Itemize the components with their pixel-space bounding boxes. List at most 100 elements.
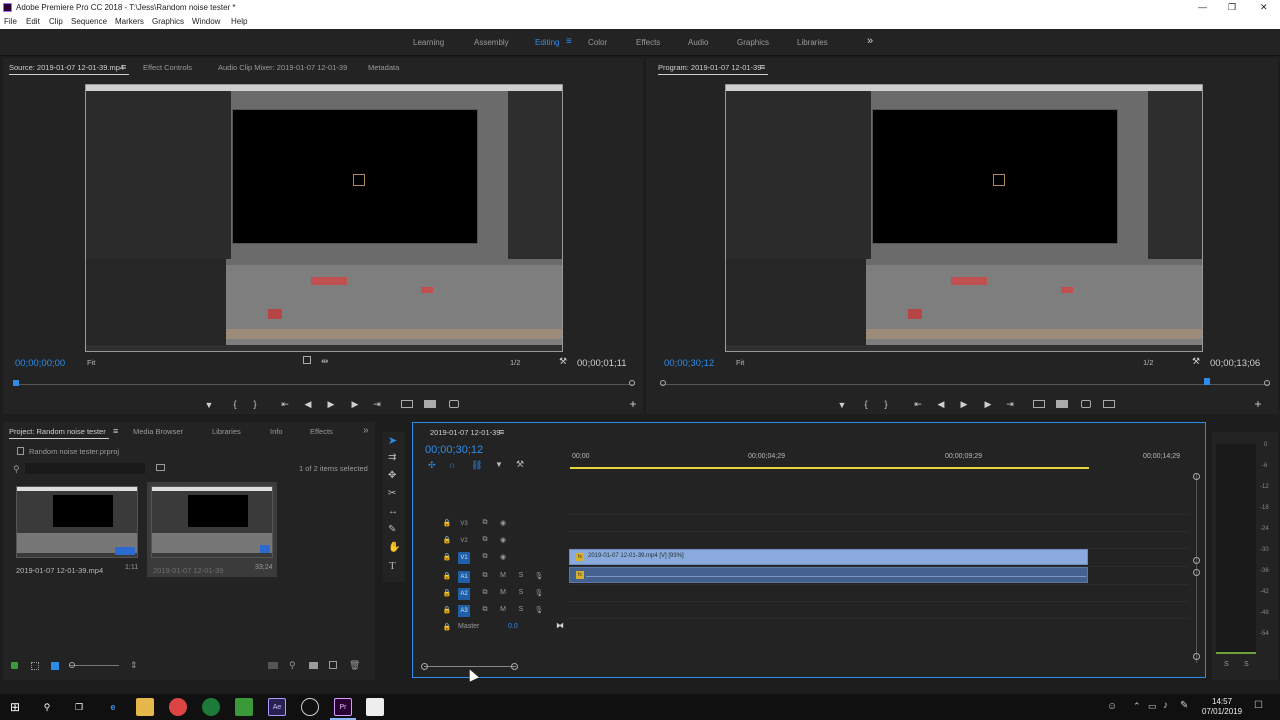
source-camera-icon[interactable] — [449, 400, 459, 408]
icon-view-icon[interactable] — [51, 662, 59, 670]
tray-chevron-icon[interactable]: ⌃ — [1133, 701, 1141, 712]
source-go-to-out-button[interactable]: ⇥ — [371, 399, 383, 410]
program-settings-wrench-icon[interactable]: ⚒ — [1192, 356, 1200, 367]
a2-target[interactable]: A2 — [458, 588, 470, 600]
source-scrubber[interactable] — [13, 380, 635, 388]
a1-target[interactable]: A1 — [458, 571, 470, 583]
workspace-assembly[interactable]: Assembly — [474, 38, 509, 47]
task-view-icon[interactable]: ❐ — [70, 698, 88, 716]
people-icon[interactable]: ☺ — [1107, 701, 1117, 712]
tab-metadata[interactable]: Metadata — [368, 63, 399, 72]
program-compare-view-icon[interactable] — [1103, 400, 1115, 408]
project-item-sequence-selected[interactable]: 2019-01-07 12-01-39 33;24 — [147, 482, 277, 577]
tab-project[interactable]: Project: Random noise tester — [9, 427, 106, 436]
nest-toggle-icon[interactable]: ✣ — [428, 460, 436, 471]
list-view-icon[interactable] — [31, 662, 39, 670]
search-icon[interactable]: ⚲ — [38, 698, 56, 716]
workspace-color[interactable]: Color — [588, 38, 607, 47]
master-volume-value[interactable]: 0.0 — [508, 623, 518, 630]
linked-selection-icon[interactable]: ⛓ — [471, 460, 482, 471]
find-icon[interactable]: ⚲ — [289, 660, 296, 671]
selection-tool-icon[interactable]: ➤ — [388, 434, 397, 447]
project-item-clip[interactable] — [16, 486, 138, 558]
source-tab-menu-icon[interactable]: ≡ — [121, 62, 126, 72]
workspace-editing[interactable]: Editing — [535, 38, 559, 47]
horizontal-scroll-handle-right-icon[interactable] — [511, 663, 518, 670]
menu-clip[interactable]: Clip — [49, 17, 63, 26]
v3-eye-icon[interactable]: ◉ — [498, 519, 508, 527]
menu-sequence[interactable]: Sequence — [71, 17, 107, 26]
v2-sync-lock-icon[interactable]: ⧉ — [480, 536, 490, 544]
spotify-icon[interactable] — [235, 698, 253, 716]
source-play-button[interactable]: ▶ — [325, 399, 337, 410]
chrome-icon[interactable] — [169, 698, 187, 716]
menu-markers[interactable]: Markers — [115, 17, 144, 26]
hand-tool-icon[interactable]: ✋ — [388, 542, 400, 553]
program-resolution-select[interactable]: 1/2 — [1143, 358, 1153, 367]
horizontal-scroll-handle-left-icon[interactable] — [421, 663, 428, 670]
vertical-scroll-handle-mid-icon[interactable] — [1193, 557, 1200, 564]
a1-sync-lock-icon[interactable]: ⧉ — [480, 572, 490, 580]
source-add-marker-button[interactable]: ▼ — [203, 400, 215, 410]
windows-start-icon[interactable]: ⊞ — [6, 698, 24, 716]
minimize-button[interactable]: — — [1198, 2, 1207, 12]
a1-mic-icon[interactable]: 🎙 — [534, 572, 544, 580]
vertical-scroll-handle-top-icon[interactable] — [1193, 473, 1200, 480]
v1-sync-lock-icon[interactable]: ⧉ — [480, 553, 490, 561]
network-icon[interactable]: ▭ — [1148, 701, 1157, 712]
source-mark-out-button[interactable]: } — [249, 399, 261, 409]
a2-solo-button[interactable]: S — [516, 589, 526, 596]
tab-effects[interactable]: Effects — [310, 427, 333, 436]
menu-help[interactable]: Help — [231, 17, 247, 26]
track-select-tool-icon[interactable]: ⇉ — [388, 452, 396, 463]
timeline-settings-wrench-icon[interactable]: ⚒ — [516, 459, 524, 470]
source-insert-icon[interactable]: ⇹ — [321, 356, 329, 367]
program-camera-icon[interactable] — [1081, 400, 1091, 408]
menu-graphics[interactable]: Graphics — [152, 17, 184, 26]
vertical-scroll-handle-bottom-icon[interactable] — [1193, 653, 1200, 660]
volume-icon[interactable]: ♪ — [1163, 700, 1168, 711]
program-timecode-left[interactable]: 00;00;30;12 — [664, 358, 714, 369]
program-step-forward-button[interactable]: ▶ — [982, 399, 994, 410]
master-go-to-end-icon[interactable]: ⧓ — [556, 621, 564, 630]
program-extract-button[interactable] — [1056, 400, 1068, 408]
clear-trash-icon[interactable]: 🗑 — [349, 660, 360, 671]
premiere-pro-icon[interactable]: Pr — [334, 698, 352, 716]
audio-clip[interactable]: fx — [569, 567, 1088, 583]
menu-edit[interactable]: Edit — [26, 17, 40, 26]
program-go-to-in-button[interactable]: ⇤ — [912, 399, 924, 410]
close-button[interactable]: ✕ — [1260, 2, 1268, 13]
v1-lock-icon[interactable]: 🔒 — [442, 553, 452, 561]
program-button-editor-icon[interactable]: + — [1252, 397, 1264, 411]
source-settings-wrench-icon[interactable]: ⚒ — [559, 356, 567, 367]
a2-lock-icon[interactable]: 🔒 — [442, 589, 452, 597]
program-go-to-out-button[interactable]: ⇥ — [1004, 399, 1016, 410]
ripple-edit-tool-icon[interactable]: ✥ — [388, 470, 396, 481]
maximize-button[interactable]: ❐ — [1228, 2, 1236, 13]
a3-sync-lock-icon[interactable]: ⧉ — [480, 606, 490, 614]
tab-audio-clip-mixer[interactable]: Audio Clip Mixer: 2019-01-07 12-01-39 — [218, 63, 347, 72]
a3-solo-button[interactable]: S — [516, 606, 526, 613]
source-button-editor-icon[interactable]: + — [627, 397, 639, 411]
project-search-icon[interactable]: ⚲ — [13, 464, 20, 475]
clapper-icon[interactable] — [366, 698, 384, 716]
new-bin-icon[interactable] — [309, 662, 318, 669]
time-ruler[interactable]: 00;00 00;00;04;29 00;00;09;29 00;00;14;2… — [570, 449, 1190, 471]
v3-lock-icon[interactable]: 🔒 — [442, 519, 452, 527]
power-icon[interactable]: ✎ — [1180, 700, 1188, 711]
a2-mic-icon[interactable]: 🎙 — [534, 589, 544, 597]
program-playhead-icon[interactable] — [1204, 378, 1210, 385]
source-video-frame[interactable] — [85, 84, 563, 352]
program-play-button[interactable]: ▶ — [958, 399, 970, 410]
program-scrubber[interactable] — [660, 378, 1270, 388]
tab-source[interactable]: Source: 2019-01-07 12-01-39.mp4 — [9, 63, 124, 72]
zoom-slider-handle-icon[interactable] — [69, 662, 75, 668]
program-add-marker-button[interactable]: ▼ — [836, 400, 848, 410]
source-step-back-button[interactable]: ◀ — [302, 399, 314, 410]
workspace-audio[interactable]: Audio — [688, 38, 708, 47]
v3-sync-lock-icon[interactable]: ⧉ — [480, 519, 490, 527]
vertical-zoom-scrollbar[interactable] — [1193, 473, 1201, 663]
program-step-back-button[interactable]: ◀ — [935, 399, 947, 410]
tab-libraries[interactable]: Libraries — [212, 427, 241, 436]
workspace-effects[interactable]: Effects — [636, 38, 660, 47]
